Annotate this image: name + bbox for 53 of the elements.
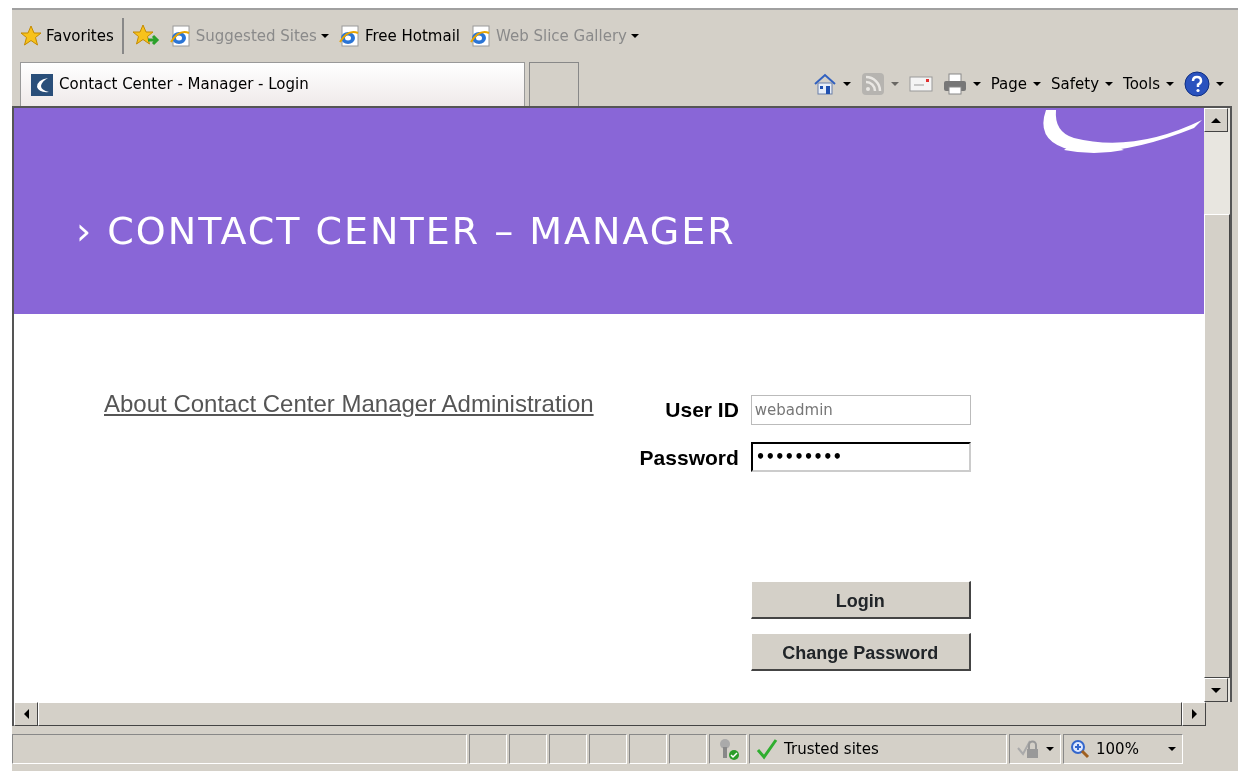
status-panel	[589, 734, 627, 764]
form-button[interactable]: Change Password	[750, 633, 971, 671]
menu-button[interactable]: Safety	[1051, 72, 1100, 96]
scroll-left-button[interactable]	[14, 702, 38, 726]
right-arrow-icon	[1191, 709, 1197, 719]
browser-tab[interactable]: Contact Center - Manager - Login	[20, 62, 525, 106]
dropdown-caret-icon[interactable]	[1216, 82, 1224, 86]
scroll-right-button[interactable]	[1182, 702, 1206, 726]
dropdown-caret-icon[interactable]	[1105, 82, 1114, 86]
input-field[interactable]: •••••••••	[750, 442, 971, 473]
down-arrow-icon	[1211, 687, 1221, 693]
browser-page-icon	[336, 25, 361, 47]
tab-title: Contact Center - Manager - Login	[59, 74, 309, 96]
help-icon[interactable]	[1184, 71, 1210, 97]
printer-icon	[942, 72, 967, 96]
about-link[interactable]: About Contact Center Manager Administration	[104, 386, 594, 671]
site-logo-icon	[31, 73, 53, 96]
feed-icon	[860, 72, 885, 96]
scroll-up-button[interactable]	[1204, 108, 1228, 132]
dropdown-caret-icon[interactable]	[842, 82, 851, 86]
zoom-icon	[1070, 739, 1090, 759]
scrollbar-thumb[interactable]	[1204, 214, 1230, 678]
menu-button[interactable]: Page	[990, 72, 1028, 96]
dropdown-caret-icon[interactable]	[1168, 747, 1176, 751]
up-arrow-icon	[1211, 117, 1221, 123]
field-label: Password	[639, 444, 739, 471]
browser-page-icon	[167, 25, 192, 47]
status-panel	[669, 734, 707, 764]
browser-page-icon	[468, 25, 492, 47]
security-zone-text: Trusted sites	[784, 738, 879, 760]
field-label: User ID	[664, 397, 739, 423]
favorite-link[interactable]: Free Hotmail	[364, 24, 460, 48]
menu-button[interactable]: Tools	[1123, 72, 1160, 96]
page-heading: › CONTACT CENTER – MANAGER	[76, 207, 736, 255]
input-field[interactable]: webadmin	[750, 394, 971, 425]
status-panel	[509, 734, 547, 764]
form-button[interactable]: Login	[750, 581, 971, 619]
favorites-button[interactable]: Favorites	[46, 24, 114, 48]
status-panel	[629, 734, 667, 764]
dropdown-caret-icon[interactable]	[972, 82, 981, 86]
dropdown-caret-icon[interactable]	[1166, 82, 1174, 86]
checkmark-icon	[756, 738, 778, 760]
star-icon	[20, 25, 42, 47]
status-panel	[549, 734, 587, 764]
home-button[interactable]	[812, 72, 851, 96]
scrollbar-thumb[interactable]	[38, 702, 1182, 726]
scroll-down-button[interactable]	[1204, 678, 1228, 702]
left-arrow-icon	[23, 709, 29, 719]
dropdown-caret-icon[interactable]	[1046, 747, 1054, 751]
dropdown-caret-icon[interactable]	[1033, 82, 1042, 86]
status-panel	[469, 734, 507, 764]
printer-button[interactable]	[942, 72, 981, 96]
home-icon	[812, 72, 837, 96]
